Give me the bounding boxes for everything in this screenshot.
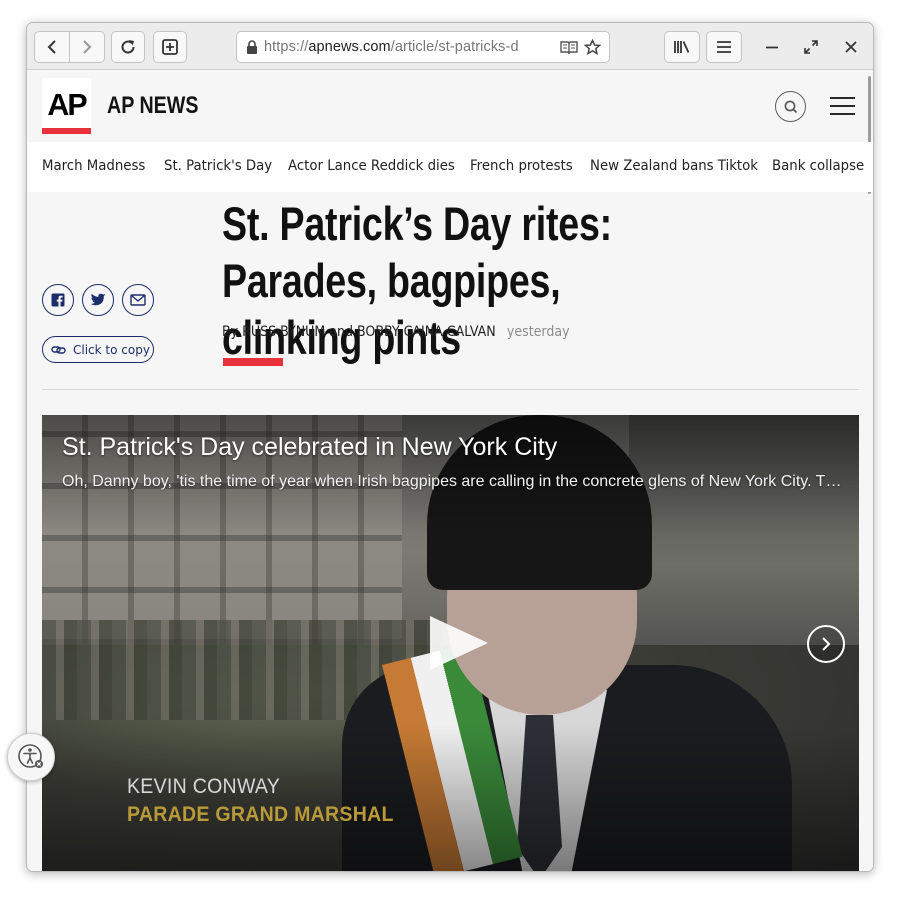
trending-link-lance-reddick[interactable]: Actor Lance Reddick dies (288, 158, 455, 174)
author-link-2[interactable]: BOBBY CAINA CALVAN (357, 324, 496, 340)
search-icon (784, 100, 797, 113)
chevron-left-icon (47, 40, 56, 54)
url-text[interactable]: https://apnews.com/article/st-patricks-d (264, 39, 556, 55)
accessibility-icon (18, 744, 43, 768)
maximize-icon (804, 40, 818, 54)
share-email-button[interactable] (122, 284, 154, 316)
share-facebook-button[interactable] (42, 284, 74, 316)
accessibility-button[interactable] (7, 733, 55, 781)
menu-line (830, 105, 855, 107)
close-icon (845, 41, 857, 53)
author-link-1[interactable]: RUSS BYNUM (242, 324, 325, 340)
play-icon[interactable] (424, 612, 492, 674)
menu-line (830, 97, 855, 99)
trending-link-french-protests[interactable]: French protests (470, 158, 573, 174)
chevron-right-icon (83, 40, 92, 54)
plus-box-icon (162, 39, 178, 55)
library-button[interactable] (664, 31, 700, 63)
new-tab-button[interactable] (153, 31, 187, 63)
back-button[interactable] (34, 31, 70, 63)
hamburger-icon (717, 41, 731, 53)
video-player[interactable]: St. Patrick's Day celebrated in New York… (42, 415, 859, 871)
search-button[interactable] (775, 91, 806, 122)
trending-link-st-patricks-day[interactable]: St. Patrick's Day (164, 158, 272, 174)
byline-and: and (329, 324, 353, 340)
article-byline: By RUSS BYNUM and BOBBY CAINA CALVAN yes… (222, 324, 570, 340)
ap-logo[interactable]: AP (42, 78, 91, 134)
copy-link-button[interactable]: Click to copy (42, 336, 154, 363)
url-path: /article/st-patricks-d (390, 39, 519, 55)
menu-line (830, 113, 855, 115)
forward-button[interactable] (69, 31, 105, 63)
chevron-right-icon (822, 637, 831, 651)
trending-link-nz-tiktok[interactable]: New Zealand bans Tiktok (590, 158, 758, 174)
reload-button[interactable] (111, 31, 145, 63)
minimize-button[interactable] (761, 36, 783, 58)
url-bar[interactable]: https://apnews.com/article/st-patricks-d (236, 31, 610, 63)
next-video-button[interactable] (807, 625, 845, 663)
trending-topics-bar: March Madness St. Patrick's Day Actor La… (27, 142, 873, 192)
facebook-icon (51, 293, 65, 307)
twitter-icon (90, 293, 106, 306)
ap-logo-text: AP (47, 87, 87, 122)
email-icon (130, 294, 146, 306)
lower-third-name: KEVIN CONWAY (127, 775, 281, 798)
trending-link-bank-collapse[interactable]: Bank collapse (772, 158, 864, 174)
maximize-button[interactable] (800, 36, 822, 58)
reload-icon (121, 40, 135, 54)
site-name[interactable]: AP NEWS (107, 92, 198, 120)
reader-view-icon[interactable] (560, 40, 578, 55)
article-headline: St. Patrick’s Day rites: Parades, bagpip… (222, 197, 612, 364)
url-prefix: https:// (264, 39, 309, 55)
link-icon (51, 345, 66, 354)
share-twitter-button[interactable] (82, 284, 114, 316)
section-divider (42, 389, 859, 390)
app-menu-button[interactable] (706, 31, 742, 63)
copy-link-label: Click to copy (73, 342, 150, 357)
byline-by: By (222, 324, 239, 340)
close-window-button[interactable] (840, 36, 862, 58)
byline-red-accent (223, 358, 283, 366)
library-icon (674, 41, 690, 53)
trending-link-march-madness[interactable]: March Madness (42, 158, 145, 174)
video-title: St. Patrick's Day celebrated in New York… (62, 433, 558, 461)
video-description: Oh, Danny boy, 'tis the time of year whe… (62, 473, 842, 490)
site-menu-button[interactable] (830, 97, 855, 117)
lock-icon (246, 40, 258, 54)
url-domain: apnews.com (308, 39, 391, 55)
browser-toolbar: https://apnews.com/article/st-patricks-d (27, 23, 873, 70)
lower-third-role: PARADE GRAND MARSHAL (127, 803, 394, 826)
minimize-icon (766, 46, 778, 49)
web-page: AP AP NEWS March Madness St. Patrick's D… (27, 70, 873, 871)
publish-time: yesterday (506, 324, 570, 340)
browser-window: https://apnews.com/article/st-patricks-d (26, 22, 874, 872)
logo-red-bar (42, 128, 91, 134)
bookmark-star-icon[interactable] (584, 39, 601, 55)
